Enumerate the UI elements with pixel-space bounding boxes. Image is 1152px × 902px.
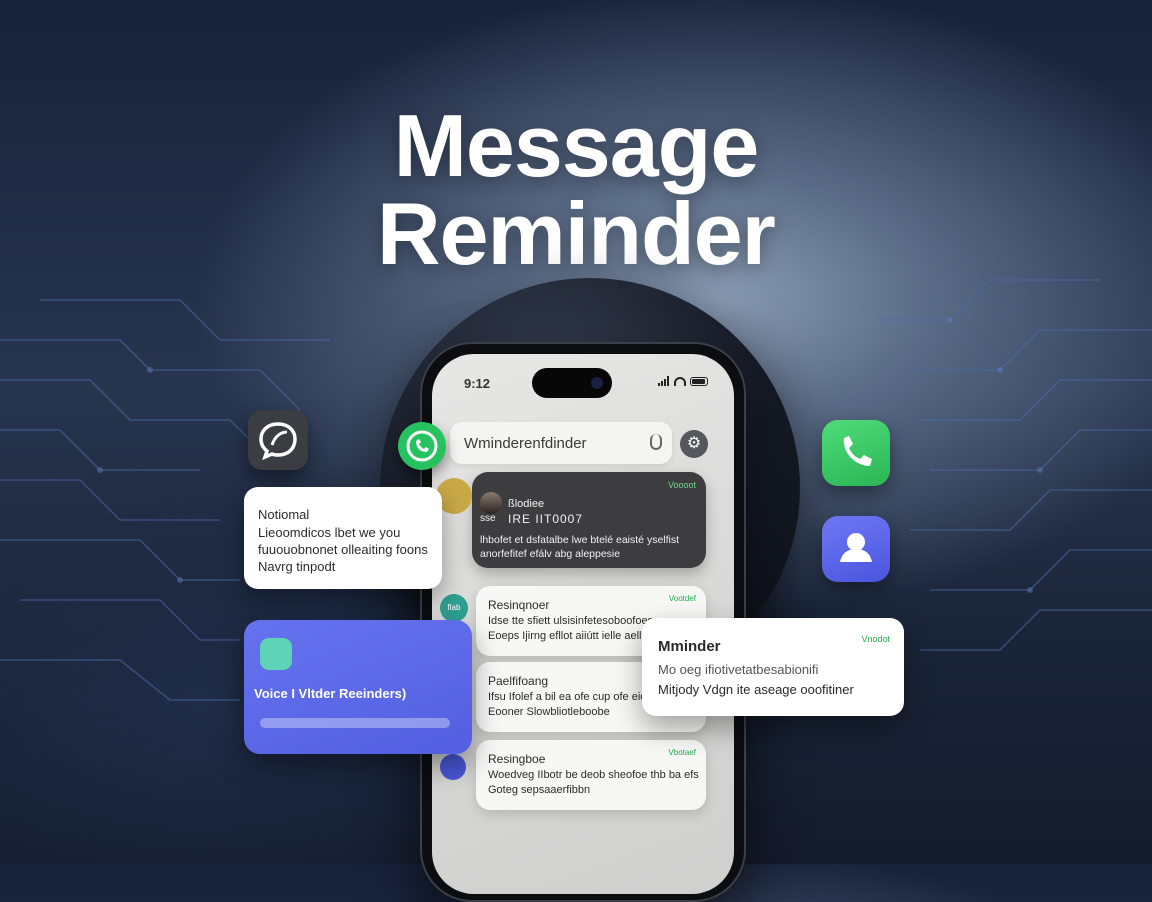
message-subject: IRE IIT0007 (508, 512, 584, 526)
voice-reminder-icon (260, 638, 292, 670)
whatsapp-phone-icon (406, 430, 438, 462)
notification-line3: Navrg tinpodt (258, 559, 336, 574)
search-input[interactable]: Wminderenfdinder (450, 422, 672, 464)
headline-message: Message (393, 96, 760, 195)
notification-card[interactable]: Notiomal Lieoomdicos lbet we you fuuouob… (244, 487, 442, 589)
voice-progress-bar[interactable] (260, 718, 450, 728)
card-line2: Eooner Slowbliotleboobe (488, 706, 610, 718)
voice-reminder-label: Voice I Vltder Reeinders) (254, 686, 407, 701)
reminder-line1: Mo oeg ifiotivetatbesabionifi (658, 662, 819, 677)
search-text: Wminderenfdinder (464, 435, 587, 452)
card-line2: Goteg sepsaaerfibbn (488, 784, 591, 796)
card-line1: Idse tte sfiett ulsisinfetesoboofoes (488, 615, 654, 627)
message-card-dark[interactable]: Voooot ßlodiee sse IRE IIT0007 lhbofet e… (472, 472, 706, 568)
microphone-icon[interactable] (650, 434, 662, 450)
chat-app-icon[interactable] (248, 410, 308, 470)
chat-bubble-icon (259, 422, 297, 461)
avatar (480, 492, 502, 514)
camera-icon (591, 377, 603, 389)
card-tag: Vootdef (668, 594, 696, 603)
sender-name: ßlodiee (508, 498, 545, 510)
card-indicator-icon (440, 754, 466, 780)
card-title: Resingboe (488, 752, 546, 766)
notification-title: Notiomal (258, 507, 310, 522)
notification-line2: fuuouobnonet olleaiting foons (258, 542, 428, 557)
subject-prefix: sse (480, 513, 496, 524)
battery-icon (690, 376, 708, 386)
card-line1: Ifsu Ifolef a bil ea ofe cup ofe eiovo (488, 691, 659, 703)
phone-icon (843, 436, 872, 466)
headline-reminder: Reminder (377, 184, 776, 283)
contact-icon (840, 533, 872, 562)
card-tag: Vbotaef (668, 748, 696, 757)
signal-icon (658, 376, 670, 386)
indicator-label: flab (447, 603, 461, 612)
reminder-notification-card[interactable]: Mminder Vnodot Mo oeg ifiotivetatbesabio… (642, 618, 904, 716)
card-title: Paelfifoang (488, 674, 549, 688)
message-body-line1: lhbofet et dsfatalbe lwe btelé eaisté ys… (480, 534, 680, 546)
contacts-app-icon[interactable] (822, 516, 890, 582)
card-tag: Voooot (667, 480, 696, 490)
gear-icon: ⚙ (686, 435, 702, 452)
status-icons (658, 376, 708, 386)
notification-line1: Lieoomdicos lbet we you (258, 525, 401, 540)
voice-reminder-card[interactable]: Voice I Vltder Reeinders) (244, 620, 472, 754)
card-indicator-icon: flab (440, 594, 468, 622)
settings-button[interactable]: ⚙ (680, 430, 708, 458)
card-line1: Woedveg IIbotr be deob sheofoe thb ba ef… (488, 769, 699, 781)
card-title: Resinqnoer (488, 598, 550, 612)
message-body-line2: anorfefitef efálv abg aleppesie (480, 548, 621, 560)
dynamic-island (532, 368, 612, 398)
status-time: 9:12 (464, 376, 491, 391)
wifi-icon (674, 376, 686, 386)
reminder-title: Mminder (658, 638, 721, 655)
phone-app-icon[interactable] (822, 420, 890, 486)
reminder-tag: Vnodot (861, 634, 890, 644)
reminder-card[interactable]: Vbotaef Resingboe Woedveg IIbotr be deob… (476, 740, 706, 810)
whatsapp-icon[interactable] (398, 422, 446, 470)
reminder-line2: Mitjody Vdgn ite aseage ooofitiner (658, 682, 854, 697)
